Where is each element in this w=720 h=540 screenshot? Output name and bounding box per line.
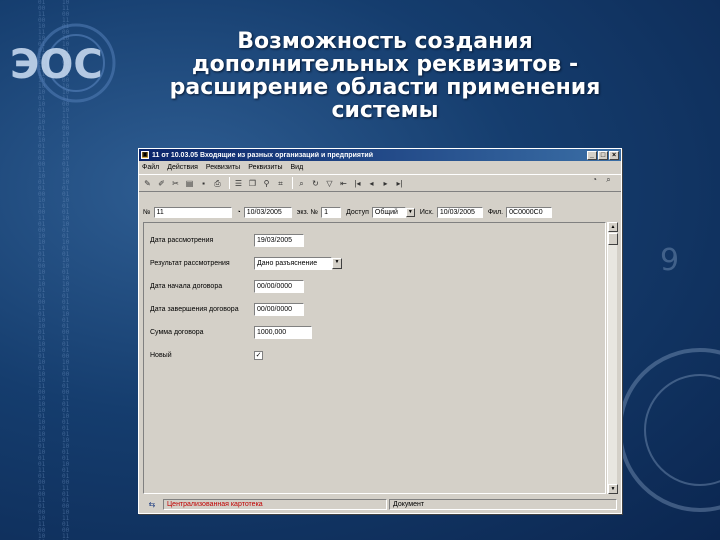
access-label: Доступ <box>346 208 369 216</box>
slide-title-line: системы <box>331 98 439 123</box>
menu-actions[interactable]: Действия <box>167 164 198 171</box>
date-field[interactable]: 10/03/2005 <box>243 206 292 218</box>
field-row: Результат рассмотрения Дано разъяснение … <box>150 256 342 270</box>
menu-view[interactable]: Вид <box>291 164 304 171</box>
minimize-button[interactable]: _ <box>587 150 597 160</box>
copy-icon[interactable]: ❐ <box>247 178 258 189</box>
save-icon[interactable]: ▪ <box>198 178 209 189</box>
contract-end-input[interactable]: 00/00/0000 <box>254 302 304 316</box>
field-label: Сумма договора <box>150 328 204 336</box>
delete-icon[interactable]: ✂ <box>170 178 181 189</box>
scroll-down-icon[interactable]: ▼ <box>608 484 618 494</box>
access-select[interactable]: Общий <box>371 206 406 218</box>
slide-title-line: расширение области применения <box>169 75 601 100</box>
field-label: Дата рассмотрения <box>150 236 214 244</box>
next-icon[interactable]: ▸ <box>380 178 391 189</box>
scroll-up-icon[interactable]: ▲ <box>608 222 618 232</box>
date2-label: Исх. <box>419 208 434 216</box>
zoom-icon[interactable]: ⌕ <box>603 174 614 185</box>
eos-logo: ЭОС <box>10 23 116 103</box>
slide-title-line: дополнительных реквизитов - <box>191 52 579 77</box>
first-icon[interactable]: |◂ <box>352 178 363 189</box>
copies-field[interactable]: 1 <box>321 206 342 218</box>
review-date-input[interactable]: 19/03/2005 <box>254 233 304 247</box>
menu-requisites[interactable]: Реквизиты <box>206 164 240 171</box>
toolbar: ✎ ✐ ✂ ▤ ▪ ⎙ ☰ ❐ ⚲ ⌗ ⌕ ↻ ▽ ⇤ |◂ ◂ ▸ ▸| ◔ … <box>139 174 621 192</box>
calendar-icon[interactable]: ◔ <box>237 209 241 216</box>
field-label: Дата завершения договора <box>150 305 239 313</box>
close-button[interactable]: × <box>609 150 619 160</box>
contract-start-input[interactable]: 00/00/0000 <box>254 279 304 293</box>
filter-icon[interactable]: ▽ <box>324 178 335 189</box>
folder-icon[interactable]: ▤ <box>184 178 195 189</box>
slide-title: Возможность создания дополнительных рекв… <box>130 30 640 122</box>
menu-requisites-2[interactable]: Реквизиты <box>248 164 282 171</box>
back-icon[interactable]: ⇤ <box>338 178 349 189</box>
attach-icon[interactable]: ⌗ <box>275 178 286 189</box>
field-label: Новый <box>150 351 172 359</box>
back-arrow-icon[interactable]: ⇆ <box>141 500 163 509</box>
menu-file[interactable]: Файл <box>142 164 159 171</box>
link-icon[interactable]: ⚲ <box>261 178 272 189</box>
edit-icon[interactable]: ✐ <box>156 178 167 189</box>
copies-label: экз. № <box>296 208 319 216</box>
new-checkbox[interactable]: ✓ <box>254 350 263 360</box>
fil-field[interactable]: 0C0000C0 <box>506 206 553 218</box>
field-row: Новый ✓ <box>150 348 263 362</box>
status-doc-type: Документ <box>389 499 617 510</box>
search-icon[interactable]: ⌕ <box>296 178 307 189</box>
fil-label: Фил. <box>487 208 504 216</box>
prev-icon[interactable]: ◂ <box>366 178 377 189</box>
status-bar: ⇆ Централизованная картотека Документ <box>141 498 619 511</box>
toolbar-separator <box>229 177 230 189</box>
contract-sum-input[interactable]: 1000,000 <box>254 325 312 339</box>
menu-bar: Файл Действия Реквизиты Реквизиты Вид <box>139 161 621 174</box>
details-icon[interactable]: ☰ <box>233 178 244 189</box>
date2-field[interactable]: 10/03/2005 <box>436 206 483 218</box>
last-icon[interactable]: ▸| <box>394 178 405 189</box>
header-fields: № 11 ◔ 10/03/2005 экз. № 1 Доступ Общий … <box>143 206 617 218</box>
help-icon[interactable]: ◔ <box>589 174 600 185</box>
maximize-button[interactable]: □ <box>598 150 608 160</box>
refresh-icon[interactable]: ↻ <box>310 178 321 189</box>
new-icon[interactable]: ✎ <box>142 178 153 189</box>
number-field[interactable]: 11 <box>153 206 232 218</box>
app-icon: ▣ <box>141 151 149 159</box>
window-title: 11 от 10.03.05 Входящие из разных органи… <box>152 151 373 159</box>
review-result-select[interactable]: Дано разъяснение <box>254 256 332 270</box>
requisites-panel: Дата рассмотрения 19/03/2005 Результат р… <box>143 222 606 494</box>
slide-title-line: Возможность создания <box>237 29 533 54</box>
field-row: Дата завершения договора 00/00/0000 <box>150 302 304 316</box>
svg-text:ЭОС: ЭОС <box>10 42 103 88</box>
chevron-down-icon[interactable]: ▼ <box>405 207 415 217</box>
toolbar-separator <box>292 177 293 189</box>
field-row: Сумма договора 1000,000 <box>150 325 312 339</box>
svg-text:9: 9 <box>660 243 679 278</box>
field-row: Дата начала договора 00/00/0000 <box>150 279 304 293</box>
field-row: Дата рассмотрения 19/03/2005 <box>150 233 304 247</box>
vertical-scrollbar[interactable]: ▲ ▼ <box>607 222 618 494</box>
field-label: Дата начала договора <box>150 282 223 290</box>
number-label: № <box>143 208 151 216</box>
field-label: Результат рассмотрения <box>150 259 230 267</box>
chevron-down-icon[interactable]: ▼ <box>332 257 342 269</box>
status-card-file: Централизованная картотека <box>163 499 387 510</box>
document-window: ▣ 11 от 10.03.05 Входящие из разных орга… <box>138 148 622 514</box>
window-titlebar[interactable]: ▣ 11 от 10.03.05 Входящие из разных орга… <box>139 149 621 161</box>
scroll-thumb[interactable] <box>608 233 618 245</box>
print-icon[interactable]: ⎙ <box>212 178 223 189</box>
